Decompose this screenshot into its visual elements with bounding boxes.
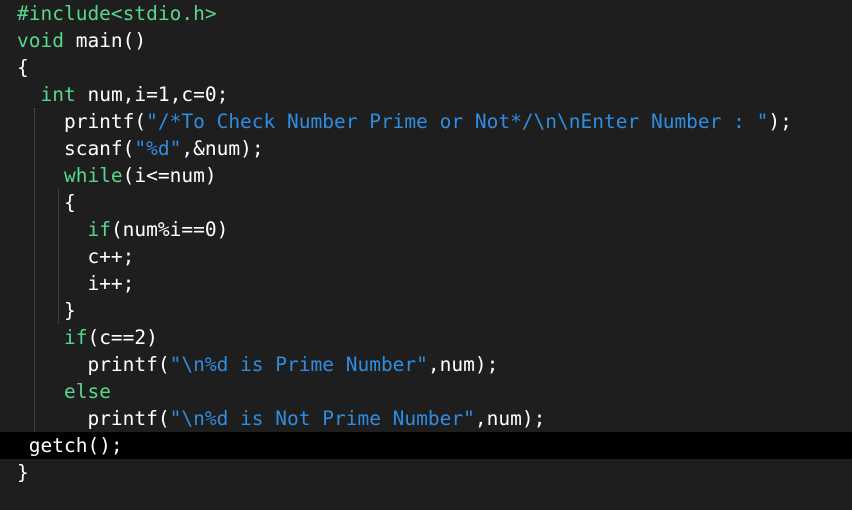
- keyword-token: void: [17, 29, 64, 52]
- code-line[interactable]: scanf("%d",&num);: [0, 135, 852, 162]
- code-text: printf("/*To Check Number Prime or Not*/…: [17, 108, 792, 135]
- code-text: if(num%i==0): [17, 216, 228, 243]
- string-token: "\n%d is Prime Number": [169, 353, 428, 376]
- code-line[interactable]: void main(): [0, 27, 852, 54]
- code-token: printf(: [17, 353, 170, 376]
- code-token: printf(: [17, 110, 147, 133]
- code-token: (num%i==0): [110, 218, 229, 241]
- code-line[interactable]: {: [0, 189, 852, 216]
- keyword-token: if: [63, 326, 88, 349]
- code-token: ,num);: [427, 353, 499, 376]
- code-line[interactable]: if(c==2): [0, 324, 852, 351]
- code-token: ,num);: [474, 407, 546, 430]
- code-editor[interactable]: #include<stdio.h> void main(){ int num,i=…: [0, 0, 852, 510]
- code-text: printf("\n%d is Not Prime Number",num);: [17, 405, 545, 432]
- code-line[interactable]: int num,i=1,c=0;: [0, 81, 852, 108]
- code-text: {: [17, 189, 76, 216]
- code-token: printf(: [17, 407, 170, 430]
- indent-guide: [57, 189, 59, 324]
- code-line[interactable]: }: [0, 297, 852, 324]
- keyword-token: while: [63, 164, 123, 187]
- code-token: (c==2): [87, 326, 158, 349]
- keyword-token: #include<stdio.h>: [17, 2, 217, 25]
- indent-guide: [34, 108, 36, 432]
- code-text: else: [17, 378, 111, 405]
- code-line[interactable]: else: [0, 378, 852, 405]
- code-text: if(c==2): [17, 324, 158, 351]
- string-token: "/*To Check Number Prime or Not*/\n\nEnt…: [146, 110, 769, 133]
- code-text: while(i<=num): [17, 162, 217, 189]
- code-line[interactable]: #include<stdio.h>: [0, 0, 852, 27]
- code-text: }: [17, 297, 76, 324]
- code-text: {: [17, 54, 29, 81]
- code-text: getch();: [17, 432, 123, 459]
- code-line[interactable]: printf("\n%d is Not Prime Number",num);: [0, 405, 852, 432]
- code-token: }: [17, 299, 76, 322]
- code-line[interactable]: }: [0, 459, 852, 486]
- string-token: "%d": [134, 137, 182, 160]
- code-token: num,i=1,c=0;: [75, 83, 229, 106]
- code-token: main(): [63, 29, 147, 52]
- code-text: }: [17, 459, 29, 486]
- code-line[interactable]: printf("/*To Check Number Prime or Not*/…: [0, 108, 852, 135]
- code-token: );: [768, 110, 792, 133]
- code-line[interactable]: printf("\n%d is Prime Number",num);: [0, 351, 852, 378]
- code-text: printf("\n%d is Prime Number",num);: [17, 351, 498, 378]
- code-line[interactable]: c++;: [0, 243, 852, 270]
- code-token: {: [17, 56, 29, 79]
- keyword-token: else: [63, 380, 111, 403]
- keyword-token: int: [40, 83, 76, 106]
- code-text: int num,i=1,c=0;: [17, 81, 228, 108]
- code-token: getch();: [17, 434, 123, 457]
- string-token: "\n%d is Not Prime Number": [169, 407, 475, 430]
- code-line[interactable]: if(num%i==0): [0, 216, 852, 243]
- code-line[interactable]: getch();: [0, 432, 852, 459]
- code-token: ,&num);: [181, 137, 264, 160]
- code-text: void main(): [17, 27, 146, 54]
- code-line[interactable]: {: [0, 54, 852, 81]
- code-line[interactable]: while(i<=num): [0, 162, 852, 189]
- code-text: #include<stdio.h>: [17, 0, 217, 27]
- code-text: scanf("%d",&num);: [17, 135, 264, 162]
- keyword-token: if: [87, 218, 111, 241]
- code-token: {: [17, 191, 76, 214]
- code-token: (i<=num): [122, 164, 217, 187]
- code-line[interactable]: i++;: [0, 270, 852, 297]
- code-token: }: [17, 461, 29, 484]
